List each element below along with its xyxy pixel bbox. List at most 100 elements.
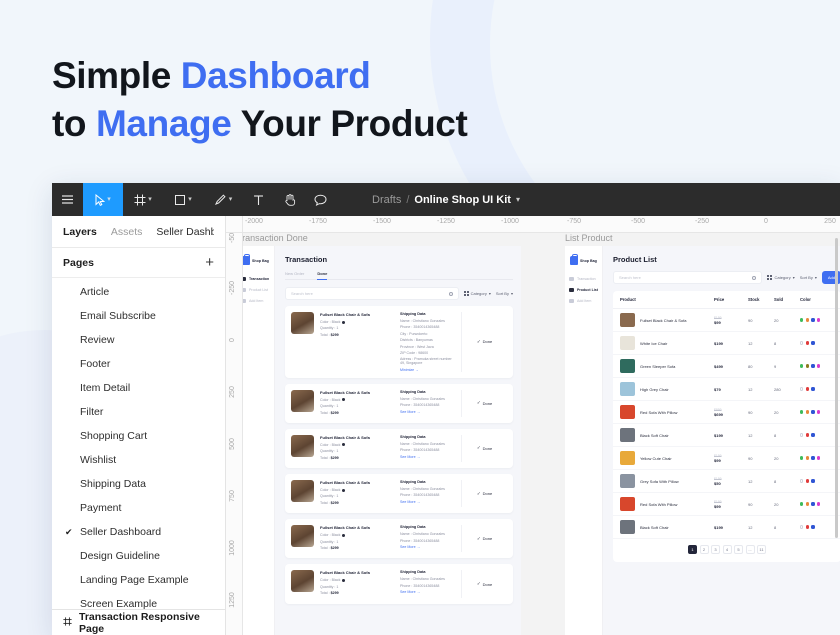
color-swatch[interactable] (805, 387, 809, 391)
pagination-button[interactable]: 11 (757, 545, 766, 554)
color-swatch[interactable] (811, 341, 815, 345)
category-dropdown[interactable]: Category ▾ (463, 291, 491, 296)
canvas-scrollbar[interactable] (835, 238, 838, 538)
see-more-link[interactable]: See More → (400, 410, 455, 414)
frame-transaction-done[interactable]: Shop Bag Transaction Product List Add Item… (243, 246, 521, 635)
frame-list-product[interactable]: Shop Bag Transaction Product List Add Item… (565, 246, 840, 635)
sort-dropdown[interactable]: Sort By ▾ (496, 291, 513, 296)
nav-item[interactable]: Transaction (565, 273, 602, 284)
nav-item[interactable]: Add Item (565, 295, 602, 306)
chevron-down-icon[interactable]: ▾ (107, 196, 111, 203)
transaction-card[interactable]: Fullset Black Chair & Sofa Color : Black Q… (285, 306, 513, 378)
color-swatch[interactable] (805, 479, 809, 483)
pen-tool[interactable]: ▾ (203, 183, 243, 216)
color-swatch[interactable] (811, 410, 815, 414)
frame-label-list-product[interactable]: List Product (565, 233, 613, 243)
layer-item-transaction-responsive-page[interactable]: Transaction Responsive Page (52, 609, 225, 635)
color-swatch[interactable] (800, 341, 804, 345)
table-row[interactable]: High Grey Chair $79 12 280 (613, 378, 840, 401)
page-item[interactable]: ✔ Seller Dashboard (52, 520, 225, 544)
pagination-button[interactable]: 2 (699, 545, 709, 554)
page-item[interactable]: Payment (52, 496, 225, 520)
comment-tool[interactable] (305, 183, 336, 216)
page-item[interactable]: Landing Page Example (52, 568, 225, 592)
color-swatch[interactable] (811, 364, 815, 368)
color-swatch[interactable] (800, 456, 804, 460)
color-swatch[interactable] (817, 502, 821, 506)
chevron-down-icon[interactable]: ▾ (516, 195, 520, 204)
see-more-link[interactable]: See More → (400, 590, 455, 594)
page-selector[interactable]: Seller Dashbo... ˄ (156, 226, 214, 238)
tab-new-order[interactable]: New Order (285, 271, 304, 276)
color-swatch[interactable] (817, 410, 821, 414)
color-swatch[interactable] (817, 364, 821, 368)
page-item[interactable]: Article (52, 280, 225, 304)
table-row[interactable]: Red Sofa With Pillow $899 $699 90 20 (613, 401, 840, 424)
transaction-card[interactable]: Fullset Black Chair & Sofa Color : Black Q… (285, 474, 513, 514)
color-swatch[interactable] (800, 364, 804, 368)
color-swatch[interactable] (800, 318, 804, 322)
nav-item[interactable]: Product List (243, 284, 274, 295)
shape-tool[interactable]: ▾ (163, 183, 203, 216)
canvas-stage[interactable]: Transaction Done Shop Bag Transaction Pro… (243, 233, 840, 635)
see-more-link[interactable]: See More → (400, 545, 455, 549)
see-more-link[interactable]: See More → (400, 455, 455, 459)
page-item[interactable]: Email Subscribe (52, 304, 225, 328)
color-swatch[interactable] (800, 387, 804, 391)
move-tool[interactable]: ▾ (83, 183, 123, 216)
search-input[interactable]: Search here (613, 271, 763, 284)
color-swatch[interactable] (811, 387, 815, 391)
tab-done[interactable]: Done (317, 271, 328, 280)
nav-item[interactable]: Transaction (243, 273, 274, 284)
color-swatch[interactable] (805, 525, 809, 529)
color-swatch[interactable] (800, 433, 804, 437)
color-swatch[interactable] (800, 502, 804, 506)
color-swatch[interactable] (817, 456, 821, 460)
table-row[interactable]: Red Sofa With Pillow $199 $99 90 20 (613, 493, 840, 516)
color-swatch[interactable] (805, 341, 809, 345)
table-row[interactable]: Black Soft Chair $199 12 8 (613, 516, 840, 539)
color-swatch[interactable] (811, 525, 815, 529)
page-item[interactable]: Wishlist (52, 448, 225, 472)
color-swatch[interactable] (805, 410, 809, 414)
page-item[interactable]: Screen Example (52, 592, 225, 609)
pagination-button[interactable]: 4 (722, 545, 732, 554)
tab-assets[interactable]: Assets (111, 226, 143, 238)
pagination-button[interactable]: 3 (711, 545, 720, 554)
category-dropdown[interactable]: Category ▾ (767, 275, 795, 280)
transaction-card[interactable]: Fullset Black Chair & Sofa Color : Black Q… (285, 428, 513, 469)
pagination-button[interactable]: 1 (688, 545, 697, 554)
minimize-link[interactable]: Minimize → (400, 368, 455, 372)
table-row[interactable]: Fullset Black Chair & Sofa $199 $99 90 20 (613, 309, 840, 332)
color-swatch[interactable] (805, 502, 809, 506)
page-item[interactable]: Shopping Cart (52, 424, 225, 448)
table-row[interactable]: Black Soft Chair $199 12 8 (613, 424, 840, 447)
frame-label-transaction-done[interactable]: Transaction Done (243, 233, 308, 243)
color-swatch[interactable] (800, 525, 804, 529)
color-swatch[interactable] (805, 364, 809, 368)
page-item[interactable]: Design Guideline (52, 544, 225, 568)
chevron-down-icon[interactable]: ▾ (188, 196, 192, 203)
tab-layers[interactable]: Layers (63, 226, 97, 238)
hamburger-menu-icon[interactable] (52, 183, 83, 216)
pagination-button[interactable]: ... (745, 545, 755, 554)
color-swatch[interactable] (800, 410, 804, 414)
page-item[interactable]: Item Detail (52, 376, 225, 400)
page-item[interactable]: Filter (52, 400, 225, 424)
table-row[interactable]: Yellow Cute Chair $199 $99 90 20 (613, 447, 840, 470)
color-swatch[interactable] (805, 433, 809, 437)
chevron-down-icon[interactable]: ▾ (148, 196, 152, 203)
add-page-button[interactable]: + (205, 255, 214, 270)
figma-canvas[interactable]: Transaction Done Shop Bag Transaction Pro… (226, 216, 840, 635)
sort-dropdown[interactable]: Sort By ▾ (800, 275, 817, 280)
table-row[interactable]: Grey Sofa With Pillow $199 $50 12 8 (613, 470, 840, 493)
nav-item[interactable]: Product List (565, 284, 602, 295)
hand-tool[interactable] (274, 183, 305, 216)
page-item[interactable]: Shipping Data (52, 472, 225, 496)
color-swatch[interactable] (800, 479, 804, 483)
breadcrumb-drafts[interactable]: Drafts (372, 194, 401, 206)
see-more-link[interactable]: See More → (400, 500, 455, 504)
table-row[interactable]: White Ice Chair $199 12 8 (613, 332, 840, 355)
color-swatch[interactable] (811, 479, 815, 483)
color-swatch[interactable] (805, 456, 809, 460)
